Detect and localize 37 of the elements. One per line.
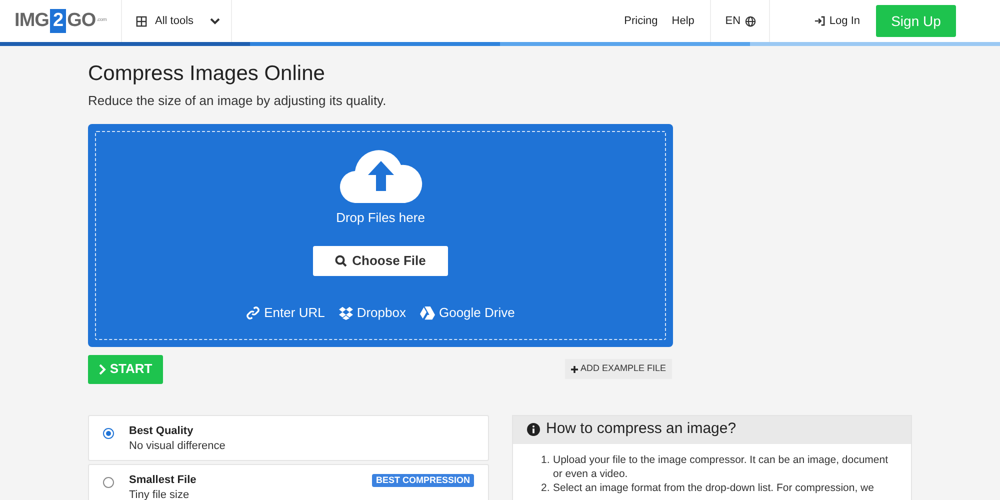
how-to-step: Select an image format from the drop-down list. For compression, we: [553, 480, 874, 494]
grid-icon: [136, 16, 147, 26]
how-to-title: How to compress an image?: [546, 419, 736, 440]
search-icon: [335, 255, 348, 267]
option-description: Tiny file size: [129, 488, 190, 500]
option-badge: BEST COMPRESSION: [372, 474, 474, 486]
option-title: Smallest File: [129, 472, 196, 488]
compression-option[interactable]: Best Quality No visual difference: [88, 414, 489, 460]
upload-source-link[interactable]: Google Drive: [420, 303, 515, 322]
radio-button[interactable]: [103, 428, 114, 438]
nav-link[interactable]: Pricing: [624, 12, 658, 30]
login-link[interactable]: Log In: [814, 12, 860, 30]
link-icon: [246, 306, 260, 320]
sign-in-icon: [814, 16, 826, 26]
info-icon: [527, 423, 540, 436]
chevron-down-icon: [210, 18, 220, 24]
upload-area[interactable]: Drop Files here Choose File Enter URL Dropbox Google Drive: [88, 124, 673, 346]
compression-option[interactable]: Smallest File Tiny file size BEST COMPRESSION: [88, 464, 489, 500]
box-icon: [338, 306, 353, 320]
plus-icon: [571, 366, 578, 372]
page-subtitle: Reduce the size of an image by adjusting its quality.: [88, 92, 388, 110]
option-title: Best Quality: [129, 424, 194, 438]
choose-file-button[interactable]: Choose File: [313, 246, 448, 276]
step-number: 2.: [541, 480, 551, 494]
upload-source-link[interactable]: Enter URL: [246, 303, 325, 322]
drop-files-text: Drop Files here: [336, 208, 425, 227]
how-to-step: Upload your file to the image compressor. It can be an image, document or even a video.: [553, 452, 897, 480]
radio-button[interactable]: [103, 476, 114, 488]
step-number: 1.: [541, 452, 551, 468]
globe-icon: [744, 16, 756, 26]
triangle-icon: [420, 306, 435, 320]
option-description: No visual difference: [129, 438, 226, 454]
upload-source-link[interactable]: Dropbox: [338, 303, 406, 322]
page-title: Compress Images Online: [88, 61, 326, 87]
chevron-right-icon: [98, 364, 106, 374]
add-example-file-button[interactable]: ADD EXAMPLE FILE: [565, 359, 672, 379]
nav-link[interactable]: Help: [672, 12, 694, 30]
